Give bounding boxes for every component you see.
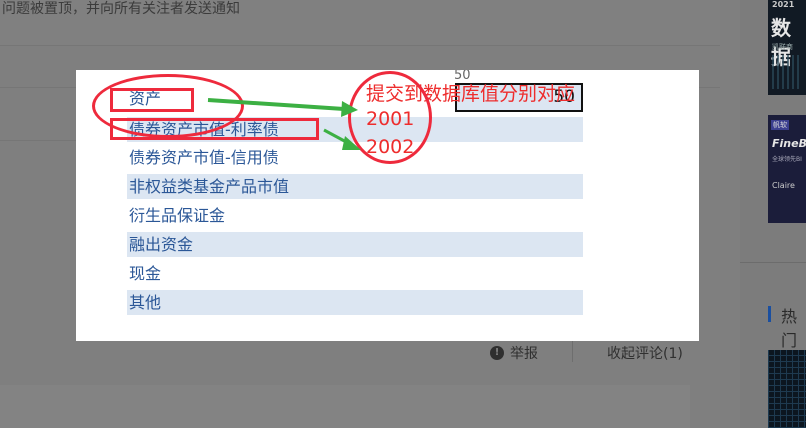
divider xyxy=(0,140,76,141)
ad-banner-2[interactable]: 帆软 FineB 全球领先BI Claire xyxy=(768,115,806,223)
arrow-overlay xyxy=(207,98,361,150)
ad-sub: 全球领先BI xyxy=(772,156,802,163)
ad-banner-3[interactable] xyxy=(768,350,806,428)
divider xyxy=(572,340,573,362)
section-marker xyxy=(768,306,771,322)
hot-section-title: 热门 xyxy=(781,307,798,350)
ad-name: Claire xyxy=(772,181,795,190)
ad-banner-1[interactable]: 2021 数据 凯联商 xyxy=(768,0,806,95)
arrow xyxy=(207,98,345,111)
ad-graphic xyxy=(772,55,802,89)
ad-badge: 帆软 xyxy=(771,120,789,130)
ad-graphic xyxy=(768,350,806,428)
ad-year: 2021 xyxy=(772,0,795,9)
ad-title: FineB xyxy=(772,137,806,150)
embedded-screenshot[interactable]: 50 资产 债券资产市值-利率债 债券资产市值-信用债 非权益类基金产品市值 衍… xyxy=(76,70,699,341)
report-button[interactable]: ! 举报 xyxy=(490,343,538,363)
arrow-head xyxy=(341,101,358,117)
question-notice-panel: 问题被置顶，并向所有关注者发送通知 xyxy=(0,0,720,45)
divider xyxy=(740,262,806,263)
comment-panel xyxy=(0,385,690,428)
warning-icon: ! xyxy=(490,346,504,360)
ad-sub: 凯联商 xyxy=(772,43,793,51)
arrow-head xyxy=(342,136,361,150)
divider xyxy=(0,45,720,46)
report-label: 举报 xyxy=(510,346,538,362)
collapse-comments-button[interactable]: 收起评论(1) xyxy=(607,343,683,363)
pin-notice-text: 问题被置顶，并向所有关注者发送通知 xyxy=(2,1,240,17)
